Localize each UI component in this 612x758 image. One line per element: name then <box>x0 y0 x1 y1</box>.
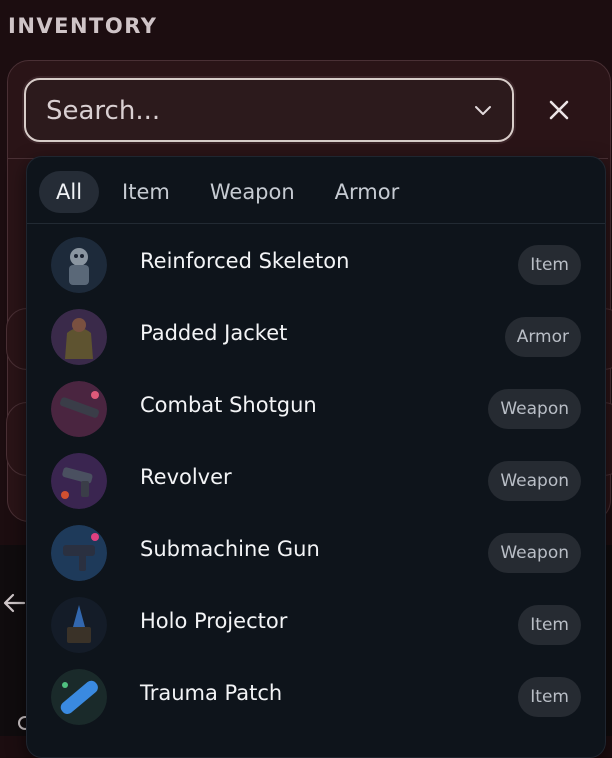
section-title: INVENTORY <box>8 14 158 38</box>
filter-tabs: All Item Weapon Armor <box>39 171 416 213</box>
type-badge: Item <box>518 605 581 645</box>
item-thumbnail <box>51 237 107 293</box>
item-name: Submachine Gun <box>140 537 320 561</box>
item-thumbnail <box>51 453 107 509</box>
result-row[interactable]: Trauma Patch Item <box>27 661 605 733</box>
tab-item[interactable]: Item <box>105 171 187 213</box>
type-badge: Item <box>518 245 581 285</box>
type-badge: Weapon <box>488 533 581 573</box>
item-thumbnail <box>51 597 107 653</box>
search-results-dropdown: All Item Weapon Armor Reinforced Skeleto… <box>26 156 606 758</box>
item-thumbnail <box>51 309 107 365</box>
item-name: Revolver <box>140 465 232 489</box>
result-row[interactable]: Padded Jacket Armor <box>27 301 605 373</box>
tabs-divider <box>27 223 605 224</box>
item-thumbnail <box>51 669 107 725</box>
item-name: Reinforced Skeleton <box>140 249 350 273</box>
tab-armor[interactable]: Armor <box>318 171 417 213</box>
result-row[interactable]: Submachine Gun Weapon <box>27 517 605 589</box>
type-badge: Weapon <box>488 461 581 501</box>
result-row[interactable]: Reinforced Skeleton Item <box>27 229 605 301</box>
type-badge: Armor <box>504 317 581 357</box>
search-input[interactable] <box>44 90 448 132</box>
item-thumbnail <box>51 525 107 581</box>
search-combobox[interactable] <box>24 78 514 142</box>
type-badge: Item <box>518 677 581 717</box>
back-arrow-icon[interactable] <box>2 590 28 616</box>
type-badge: Weapon <box>488 389 581 429</box>
tab-weapon[interactable]: Weapon <box>193 171 312 213</box>
item-name: Padded Jacket <box>140 321 288 345</box>
item-name: Trauma Patch <box>140 681 283 705</box>
item-name: Holo Projector <box>140 609 288 633</box>
result-row[interactable]: Combat Shotgun Weapon <box>27 373 605 445</box>
close-icon[interactable] <box>540 90 578 130</box>
item-thumbnail <box>51 381 107 437</box>
chevron-down-icon[interactable] <box>472 99 494 121</box>
item-name: Combat Shotgun <box>140 393 317 417</box>
tab-all[interactable]: All <box>39 171 100 213</box>
result-row[interactable]: Holo Projector Item <box>27 589 605 661</box>
result-row[interactable]: Revolver Weapon <box>27 445 605 517</box>
